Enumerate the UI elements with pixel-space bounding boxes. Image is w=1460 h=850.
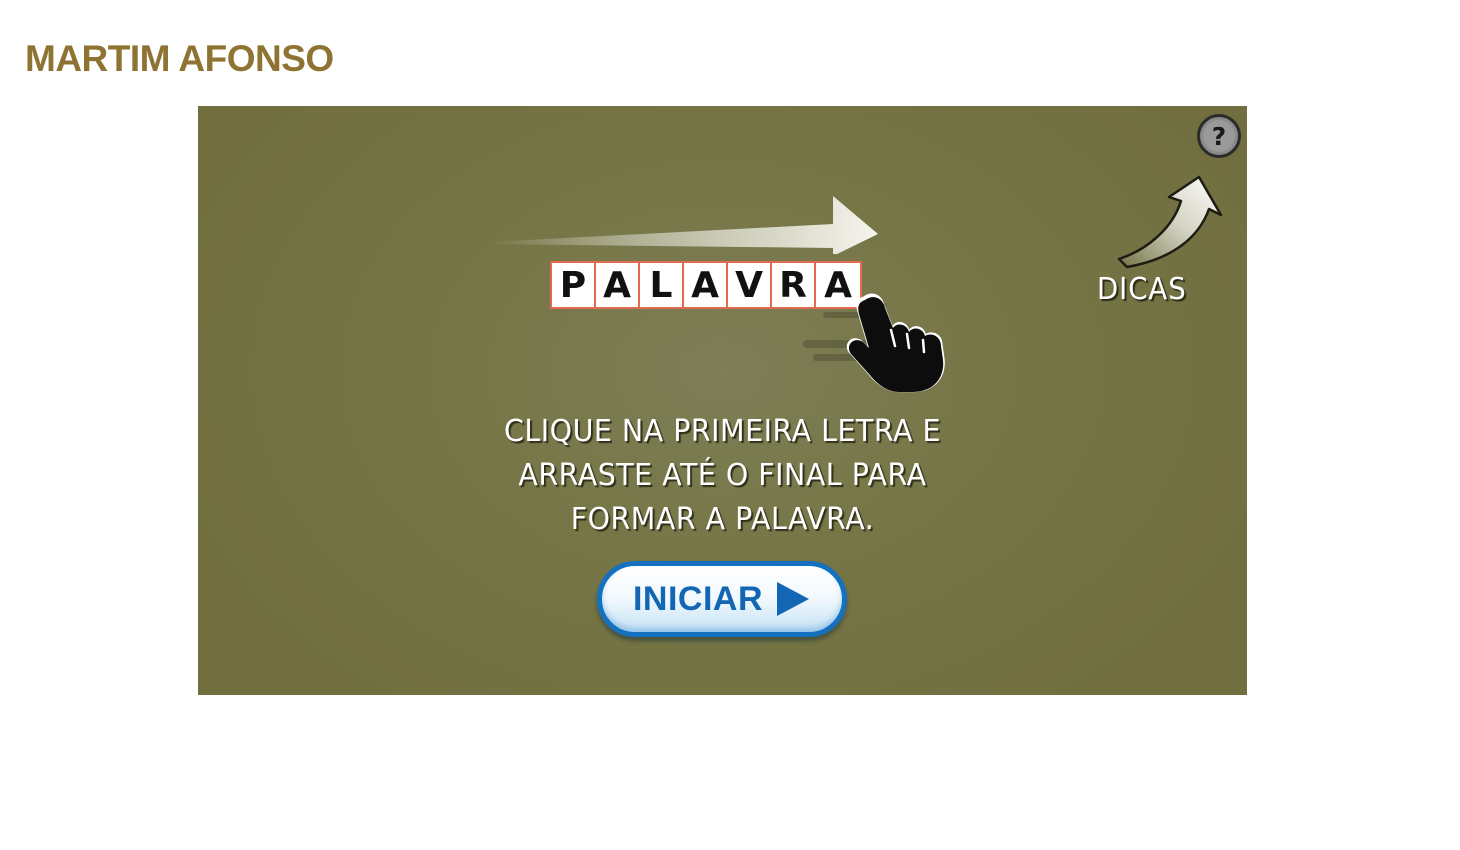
start-button-label: INICIAR xyxy=(632,579,764,618)
instruction-line: FORMAR A PALAVRA. xyxy=(570,502,875,537)
word-tile: A xyxy=(684,263,728,307)
instruction-line: ARRASTE ATÉ O FINAL PARA xyxy=(518,458,927,493)
hints-label[interactable]: DICAS xyxy=(1097,272,1187,307)
play-triangle-icon xyxy=(777,582,810,616)
word-tile: L xyxy=(640,263,684,307)
instruction-line: CLIQUE NA PRIMEIRA LETRA E xyxy=(504,414,941,449)
page-title: MARTIM AFONSO xyxy=(25,38,334,79)
hand-pointer-icon xyxy=(803,293,945,393)
help-symbol: ? xyxy=(1212,122,1227,151)
instructions: CLIQUE NA PRIMEIRA LETRA E ARRASTE ATÉ O… xyxy=(198,410,1247,542)
start-button[interactable]: INICIAR xyxy=(597,561,847,637)
question-mark-icon: ? xyxy=(1197,114,1241,158)
word-tile: P xyxy=(552,263,596,307)
word-tile: V xyxy=(728,263,772,307)
game-stage[interactable]: ? DICAS P A L A V R A CLIQUE NA PRIMEIRA… xyxy=(198,106,1247,695)
swipe-arrow-icon xyxy=(488,196,878,254)
word-tile: A xyxy=(596,263,640,307)
curved-arrow-icon xyxy=(1117,175,1223,269)
help-button[interactable]: ? xyxy=(1197,114,1241,158)
